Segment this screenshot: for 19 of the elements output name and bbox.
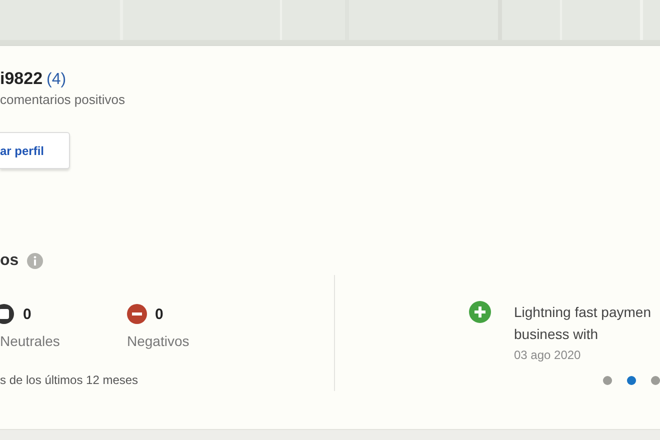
comment-text: business with [514, 325, 600, 344]
section-title: os [0, 252, 19, 270]
rating-count: 0 [155, 306, 164, 322]
pager-dot[interactable] [603, 376, 612, 385]
positive-feedback-text: comentarios positivos [0, 92, 126, 107]
pager-dot[interactable] [627, 376, 636, 385]
comment-date: 03 ago 2020 [514, 348, 582, 362]
info-icon[interactable] [26, 253, 43, 269]
comment-text: Lightning fast paymen [514, 303, 651, 322]
rating-label: Negativos [127, 333, 190, 349]
pager-dot[interactable] [651, 376, 660, 385]
plus-icon [469, 301, 491, 323]
rating-count: 0 [23, 306, 32, 322]
period-note: s de los últimos 12 meses [0, 373, 140, 387]
profile-button[interactable]: ar perfil [0, 132, 70, 169]
username: i9822 [0, 69, 43, 89]
minus-icon [127, 304, 147, 324]
rating-label: Neutrales [0, 333, 61, 349]
feedback-count[interactable]: (4) [46, 71, 66, 89]
